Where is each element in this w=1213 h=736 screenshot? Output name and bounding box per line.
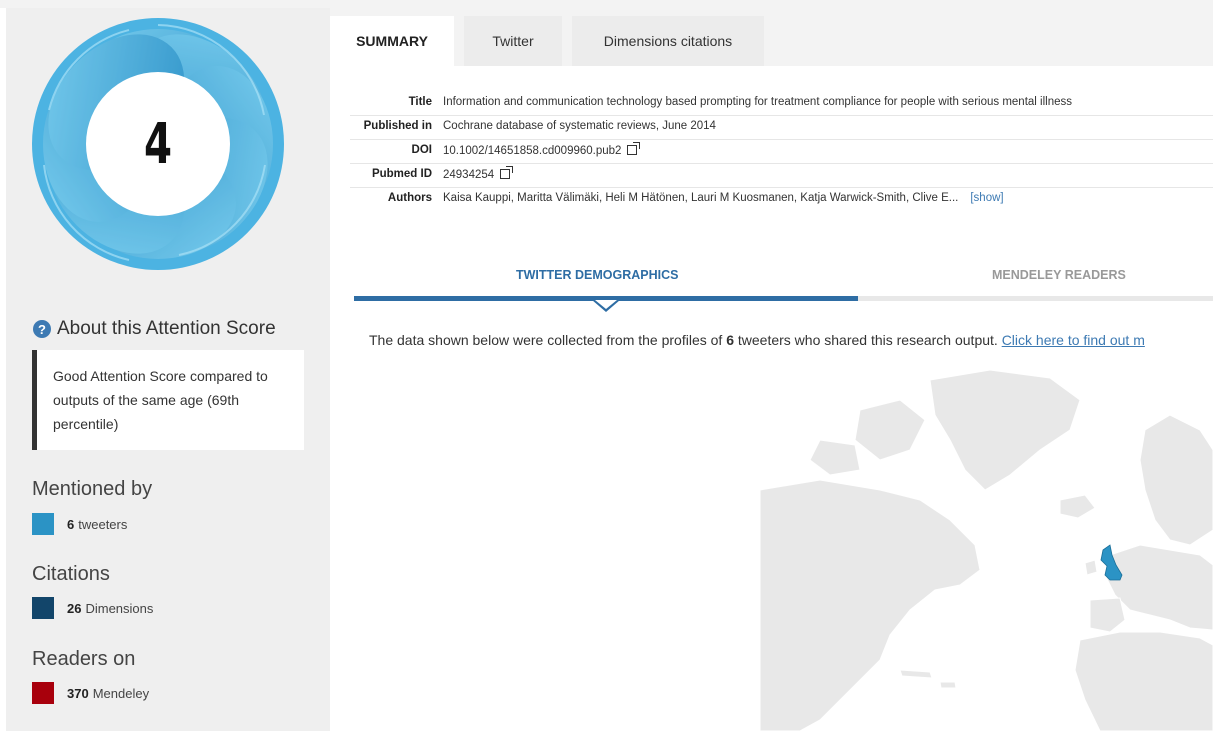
summary-row-pubmed: Pubmed ID 24934254: [350, 164, 1213, 188]
pubmed-link[interactable]: 24934254: [443, 166, 514, 181]
sidebar: 4 ? About this Attention Score Good Atte…: [6, 8, 330, 731]
mentioned-tweeters-item[interactable]: 6 tweeters: [32, 513, 127, 535]
summary-row-published: Published in Cochrane database of system…: [350, 116, 1213, 140]
scandinavia-shape: [1139, 414, 1213, 546]
readers-mendeley-item[interactable]: 370 Mendeley: [32, 682, 149, 704]
attention-score-value: 4: [143, 111, 173, 177]
description-count: 6: [726, 332, 734, 348]
tab-summary[interactable]: SUMMARY: [330, 16, 454, 66]
published-value: Cochrane database of systematic reviews,…: [443, 120, 716, 132]
authors-value: Kaisa Kauppi, Maritta Välimäki, Heli M H…: [443, 192, 959, 204]
attention-donut[interactable]: 4: [29, 15, 287, 273]
caribbean-shape-2: [939, 681, 957, 689]
doi-label: DOI: [411, 144, 432, 156]
world-map-graphic: [759, 369, 1213, 732]
africa-shape: [1074, 631, 1213, 732]
dimensions-label: Dimensions: [85, 600, 154, 616]
about-score-box: Good Attention Score compared to outputs…: [32, 350, 304, 450]
about-score-heading[interactable]: ? About this Attention Score: [33, 318, 276, 340]
tweeters-swatch: [32, 513, 54, 535]
about-score-text: Good Attention Score compared to outputs…: [53, 368, 268, 432]
mendeley-count: 370: [67, 685, 89, 701]
external-link-icon[interactable]: [627, 142, 641, 155]
ireland-shape: [1084, 559, 1098, 576]
mendeley-swatch: [32, 682, 54, 704]
title-label: Title: [408, 96, 432, 108]
show-authors-link[interactable]: [show]: [970, 192, 1003, 204]
summary-row-title: Title Information and communication tech…: [350, 92, 1213, 116]
external-link-icon[interactable]: [500, 166, 514, 179]
tab-bar: SUMMARY Twitter Dimensions citations: [330, 8, 1213, 66]
question-icon[interactable]: ?: [33, 320, 51, 338]
description-suffix: tweeters who shared this research output…: [733, 332, 1002, 348]
north-america-shape: [759, 479, 981, 732]
authors-label: Authors: [387, 192, 432, 204]
pubmed-label: Pubmed ID: [371, 168, 432, 180]
dimensions-count: 26: [67, 600, 82, 616]
published-label: Published in: [363, 120, 432, 132]
greenland-shape: [929, 369, 1081, 491]
citations-dimensions-item[interactable]: 26 Dimensions: [32, 597, 153, 619]
pubmed-value: 24934254: [443, 169, 495, 181]
canada-islands-shape: [854, 399, 926, 461]
tab-dimensions-citations[interactable]: Dimensions citations: [572, 16, 764, 66]
active-tab-caret-inner: [595, 300, 617, 309]
readers-heading: Readers on: [32, 648, 136, 670]
tab-mendeley-readers[interactable]: MENDELEY READERS: [992, 268, 1126, 282]
summary-row-doi: DOI 10.1002/14651858.cd009960.pub2: [350, 140, 1213, 164]
tab-twitter[interactable]: Twitter: [464, 16, 562, 66]
iberia-shape: [1089, 597, 1126, 633]
top-strip: [0, 0, 1213, 8]
demographics-description: The data shown below were collected from…: [369, 332, 1145, 348]
title-value: Information and communication technology…: [443, 96, 1072, 108]
about-score-title: About this Attention Score: [57, 318, 276, 339]
world-map[interactable]: [759, 369, 1213, 732]
iceland-shape: [1059, 494, 1096, 519]
dimensions-swatch: [32, 597, 54, 619]
description-prefix: The data shown below were collected from…: [369, 332, 727, 348]
tweeters-label: tweeters: [78, 516, 128, 532]
find-out-more-link[interactable]: Click here to find out m: [1002, 332, 1145, 348]
doi-value: 10.1002/14651858.cd009960.pub2: [443, 145, 622, 157]
summary-table: Title Information and communication tech…: [350, 92, 1213, 211]
tab-twitter-demographics[interactable]: TWITTER DEMOGRAPHICS: [516, 268, 679, 282]
mentioned-by-heading: Mentioned by: [32, 478, 153, 500]
canada-islands-shape-2: [809, 439, 861, 476]
doi-link[interactable]: 10.1002/14651858.cd009960.pub2: [443, 142, 641, 157]
summary-row-authors: Authors Kaisa Kauppi, Maritta Välimäki, …: [350, 188, 1213, 211]
caribbean-shape: [899, 669, 933, 679]
tweeters-count: 6: [67, 516, 75, 532]
mendeley-label: Mendeley: [92, 685, 150, 701]
citations-heading: Citations: [32, 563, 110, 585]
